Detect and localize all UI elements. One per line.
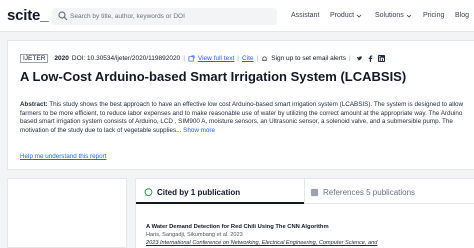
separator: | (183, 55, 185, 62)
nav-solutions[interactable]: Solutions (375, 12, 412, 19)
tab-divider (304, 179, 305, 205)
separator: | (237, 55, 239, 62)
nav-pricing[interactable]: Pricing (423, 12, 444, 19)
nav-blog[interactable]: Blog (455, 12, 469, 19)
bell-icon (262, 56, 268, 61)
tab-references-label: References 5 publications (323, 187, 416, 197)
search-input[interactable] (70, 8, 270, 25)
side-panel (7, 178, 127, 248)
nav-assistant-label: Assistant (291, 12, 320, 19)
speech-bubble-icon (144, 187, 153, 196)
separator: | (349, 55, 351, 62)
tab-references[interactable]: References 5 publications (310, 179, 415, 205)
paper-year: 2020 (54, 55, 69, 62)
paper-meta-row: IJETER 2020 DOI: 10.30534/ijeter/2020/11… (20, 54, 385, 63)
nav-product[interactable]: Product (330, 12, 362, 19)
top-bar: scite_ Assistant Product Solutions Prici… (0, 0, 474, 32)
citation-tabs: Cited by 1 publication References 5 publ… (135, 178, 474, 205)
citation-title[interactable]: A Water Demand Detection for Red Chili U… (146, 224, 329, 230)
tab-cited-by-label: Cited by 1 publication (157, 187, 241, 197)
view-full-text-link[interactable]: View full text (198, 55, 234, 62)
paper-doi[interactable]: DOI: 10.30534/ijeter/2020/119892020 (72, 55, 180, 62)
scite-logo[interactable]: scite_ (7, 7, 49, 24)
nav-blog-label: Blog (455, 12, 470, 19)
paper-card: IJETER 2020 DOI: 10.30534/ijeter/2020/11… (7, 40, 474, 170)
abstract: Abstract: This study shows the best appr… (20, 101, 470, 136)
citation-venue[interactable]: 2023 International Conference on Network… (146, 240, 377, 246)
chevron-down-icon (356, 14, 362, 18)
email-alerts-link[interactable]: Sign up to set email alerts (271, 55, 346, 62)
help-understand-link[interactable]: Help me understand this report (20, 153, 106, 160)
nav-pricing-label: Pricing (423, 12, 445, 19)
search-icon (58, 11, 68, 21)
abstract-text: This study shows the best approach to ha… (20, 101, 464, 135)
linkedin-icon[interactable] (377, 55, 385, 62)
nav-product-label: Product (330, 12, 355, 19)
paper-title: A Low-Cost Arduino-based Smart Irrigatio… (20, 69, 407, 84)
share-links (356, 55, 385, 62)
search-box[interactable] (52, 8, 277, 25)
citation-list: A Water Demand Detection for Red Chili U… (135, 204, 474, 248)
citation-authors: Haris, Sangadji, Sikumbang et al. 2023 (146, 232, 243, 238)
nav-solutions-label: Solutions (375, 12, 404, 19)
abstract-label: Abstract: (20, 101, 48, 108)
twitter-icon[interactable] (356, 55, 363, 62)
references-icon (310, 188, 319, 196)
nav-assistant[interactable]: Assistant (291, 12, 319, 19)
show-more-link[interactable]: Show more (183, 127, 215, 134)
facebook-icon[interactable] (367, 55, 374, 62)
cite-link[interactable]: Cite (242, 55, 254, 62)
journal-badge[interactable]: IJETER (20, 54, 49, 63)
separator: | (256, 55, 259, 62)
chevron-down-icon (406, 14, 412, 18)
external-link-icon (188, 55, 195, 62)
